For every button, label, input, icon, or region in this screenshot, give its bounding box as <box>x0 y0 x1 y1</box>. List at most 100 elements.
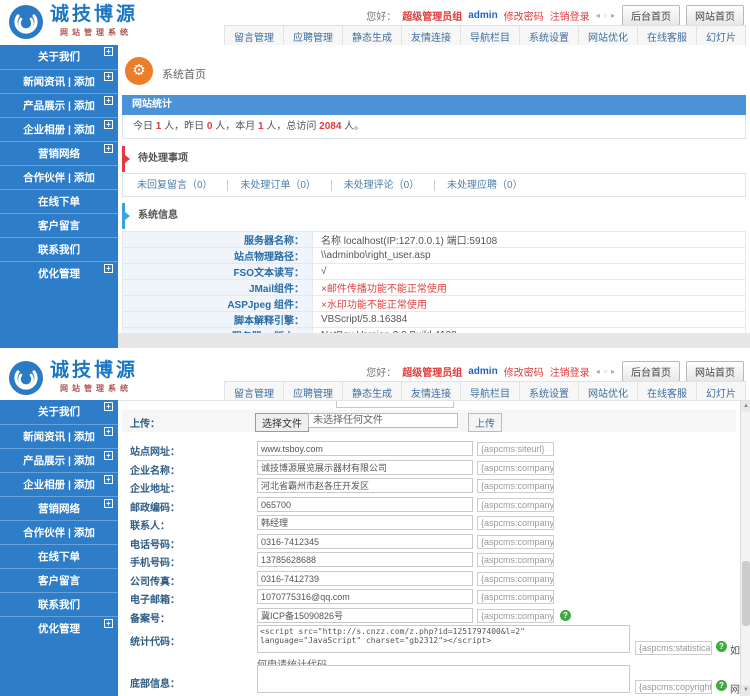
sidebar-item-seo[interactable]: 优化管理 <box>0 261 118 285</box>
help-icon[interactable] <box>716 641 727 652</box>
sysinfo-label: 脚本解释引擎： <box>123 312 313 328</box>
scrollbar-thumb[interactable] <box>742 561 750 626</box>
site-home-button[interactable]: 网站首页 <box>686 5 744 26</box>
sidebar-item-messages[interactable]: 客户留言 <box>0 213 118 237</box>
sidebar-item-albums[interactable]: 企业相册 | 添加 <box>0 117 118 141</box>
sidebar-item-news[interactable]: 新闻资讯 | 添加 <box>0 69 118 93</box>
expand-icon[interactable] <box>104 120 113 129</box>
field-row-fax: 公司传真： {aspcms:companyfax} <box>122 571 736 587</box>
logo-title: 诚技博源 <box>50 4 138 26</box>
contact-input[interactable] <box>257 515 473 530</box>
logout-link[interactable]: 注销登录 <box>550 8 590 23</box>
sidebar-item-label: 优化管理 <box>38 623 80 635</box>
expand-icon[interactable] <box>104 499 113 508</box>
field-label: 联系人： <box>130 517 170 532</box>
admin-home-button[interactable]: 后台首页 <box>622 5 680 26</box>
logo-icon <box>8 4 44 40</box>
expand-icon[interactable] <box>104 427 113 436</box>
sysinfo-value: \\adminbo\right_user.asp <box>313 248 746 264</box>
sidebar-item-label: 客户留言 <box>38 220 80 232</box>
statcode-help-text[interactable]: 如 <box>730 642 740 657</box>
header: 诚技博源 网站管理系统 您好： 超级管理员组 admin 修改密码 注销登录 后… <box>0 0 750 45</box>
admin-home-button[interactable]: 后台首页 <box>622 361 680 382</box>
field-row-postcode: 邮政编码： {aspcms:companypost} <box>122 497 736 513</box>
skin-switcher-icon[interactable] <box>596 367 616 376</box>
logout-link[interactable]: 注销登录 <box>550 364 590 379</box>
tag-hint: {aspcms:companyicp} <box>477 609 554 623</box>
icp-input[interactable] <box>257 608 473 623</box>
sidebar-item-about[interactable]: 关于我们 <box>0 45 118 69</box>
field-row-icp: 备案号： {aspcms:companyicp} <box>122 608 736 624</box>
skin-switcher-icon[interactable] <box>596 11 616 20</box>
sidebar-item-marketing[interactable]: 营销网络 <box>0 141 118 165</box>
choose-file-button[interactable]: 选择文件 <box>255 413 309 432</box>
expand-icon[interactable] <box>104 144 113 153</box>
site-home-button[interactable]: 网站首页 <box>686 361 744 382</box>
fax-input[interactable] <box>257 571 473 586</box>
sidebar-item-label: 产品展示 | 添加 <box>23 100 95 112</box>
partial-input[interactable] <box>336 401 454 408</box>
sidebar-item-news[interactable]: 新闻资讯 | 添加 <box>0 424 118 448</box>
pending-comments-link[interactable]: 未处理评论（0） <box>331 180 432 191</box>
statcode-textarea[interactable] <box>257 625 630 653</box>
sidebar: 关于我们 新闻资讯 | 添加 产品展示 | 添加 企业相册 | 添加 营销网络 … <box>0 400 118 696</box>
blue-marker-icon <box>122 203 125 229</box>
sidebar-item-messages[interactable]: 客户留言 <box>0 568 118 592</box>
logo-title: 诚技博源 <box>50 360 138 382</box>
expand-icon[interactable] <box>104 475 113 484</box>
promo-help-text[interactable]: 网 <box>730 681 740 696</box>
sidebar-item-partners[interactable]: 合作伙伴 | 添加 <box>0 520 118 544</box>
expand-icon[interactable] <box>104 47 113 56</box>
change-password-link[interactable]: 修改密码 <box>504 8 544 23</box>
scroll-down-icon[interactable]: ▼ <box>741 685 750 696</box>
sidebar-item-marketing[interactable]: 营销网络 <box>0 496 118 520</box>
sidebar-item-contact[interactable]: 联系我们 <box>0 237 118 261</box>
sidebar-item-about[interactable]: 关于我们 <box>0 400 118 424</box>
logo: 诚技博源 网站管理系统 <box>8 4 138 40</box>
phone-input[interactable] <box>257 534 473 549</box>
logo-text: 诚技博源 网站管理系统 <box>50 360 138 394</box>
siteurl-input[interactable] <box>257 441 473 456</box>
sidebar-item-label: 联系我们 <box>38 599 80 611</box>
expand-icon[interactable] <box>104 96 113 105</box>
expand-icon[interactable] <box>104 619 113 628</box>
dashboard-screen: 诚技博源 网站管理系统 您好： 超级管理员组 admin 修改密码 注销登录 后… <box>0 0 750 348</box>
expand-icon[interactable] <box>104 264 113 273</box>
sidebar-item-orders[interactable]: 在线下单 <box>0 189 118 213</box>
scroll-up-icon[interactable]: ▲ <box>741 401 750 412</box>
pending-messages-link[interactable]: 未回复留言（0） <box>125 180 225 191</box>
postcode-input[interactable] <box>257 497 473 512</box>
expand-icon[interactable] <box>104 402 113 411</box>
sidebar-item-products[interactable]: 产品展示 | 添加 <box>0 93 118 117</box>
change-password-link[interactable]: 修改密码 <box>504 364 544 379</box>
pending-orders-link[interactable]: 未处理订单（0） <box>227 180 328 191</box>
sidebar-item-label: 企业相册 | 添加 <box>23 124 95 136</box>
copyright-label: 底部信息： <box>130 675 180 690</box>
sidebar-item-products[interactable]: 产品展示 | 添加 <box>0 448 118 472</box>
companyaddress-input[interactable] <box>257 478 473 493</box>
sidebar-item-contact[interactable]: 联系我们 <box>0 592 118 616</box>
help-icon[interactable] <box>560 610 571 621</box>
upload-button[interactable]: 上传 <box>468 413 502 432</box>
tag-hint: {aspcms:companyfax} <box>477 572 554 586</box>
sidebar-item-albums[interactable]: 企业相册 | 添加 <box>0 472 118 496</box>
expand-icon[interactable] <box>104 451 113 460</box>
copyright-textarea[interactable] <box>257 665 630 693</box>
companyname-input[interactable] <box>257 460 473 475</box>
field-label: 手机号码： <box>130 554 180 569</box>
sidebar-item-seo[interactable]: 优化管理 <box>0 616 118 640</box>
email-input[interactable] <box>257 589 473 604</box>
settings-form: 上传： 选择文件 未选择任何文件 上传 站点网址： {aspcms:siteur… <box>118 400 750 696</box>
sidebar-item-partners[interactable]: 合作伙伴 | 添加 <box>0 165 118 189</box>
scrollbar[interactable]: ▲ ▼ <box>740 401 750 696</box>
table-row: 脚本解释引擎：VBScript/5.8.16384 <box>123 312 746 328</box>
expand-icon[interactable] <box>104 72 113 81</box>
help-icon[interactable] <box>716 680 727 691</box>
admin-page: 诚技博源 网站管理系统 您好： 超级管理员组 admin 修改密码 注销登录 后… <box>0 0 750 696</box>
tag-hint: {aspcms:companycontact} <box>477 516 554 530</box>
sidebar-item-label: 合作伙伴 | 添加 <box>23 172 95 184</box>
pending-applications-link[interactable]: 未处理应聘（0） <box>434 180 535 191</box>
mobile-input[interactable] <box>257 552 473 567</box>
sidebar-item-orders[interactable]: 在线下单 <box>0 544 118 568</box>
sidebar-item-label: 关于我们 <box>38 406 80 418</box>
